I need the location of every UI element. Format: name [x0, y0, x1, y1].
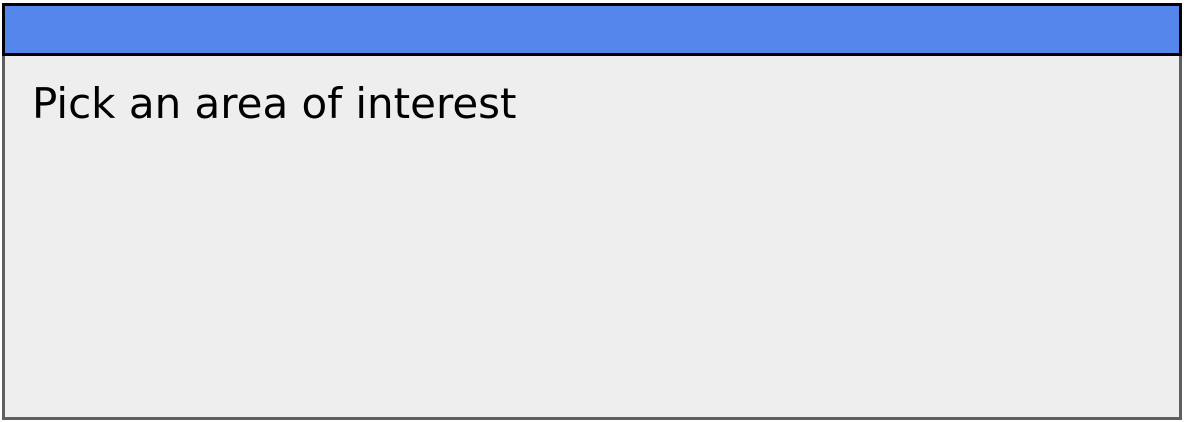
- dialog-content: Pick an area of interest: [5, 56, 1179, 417]
- prompt-label: Pick an area of interest: [32, 79, 517, 128]
- title-bar[interactable]: [2, 3, 1182, 56]
- dialog-window: Pick an area of interest: [2, 3, 1182, 420]
